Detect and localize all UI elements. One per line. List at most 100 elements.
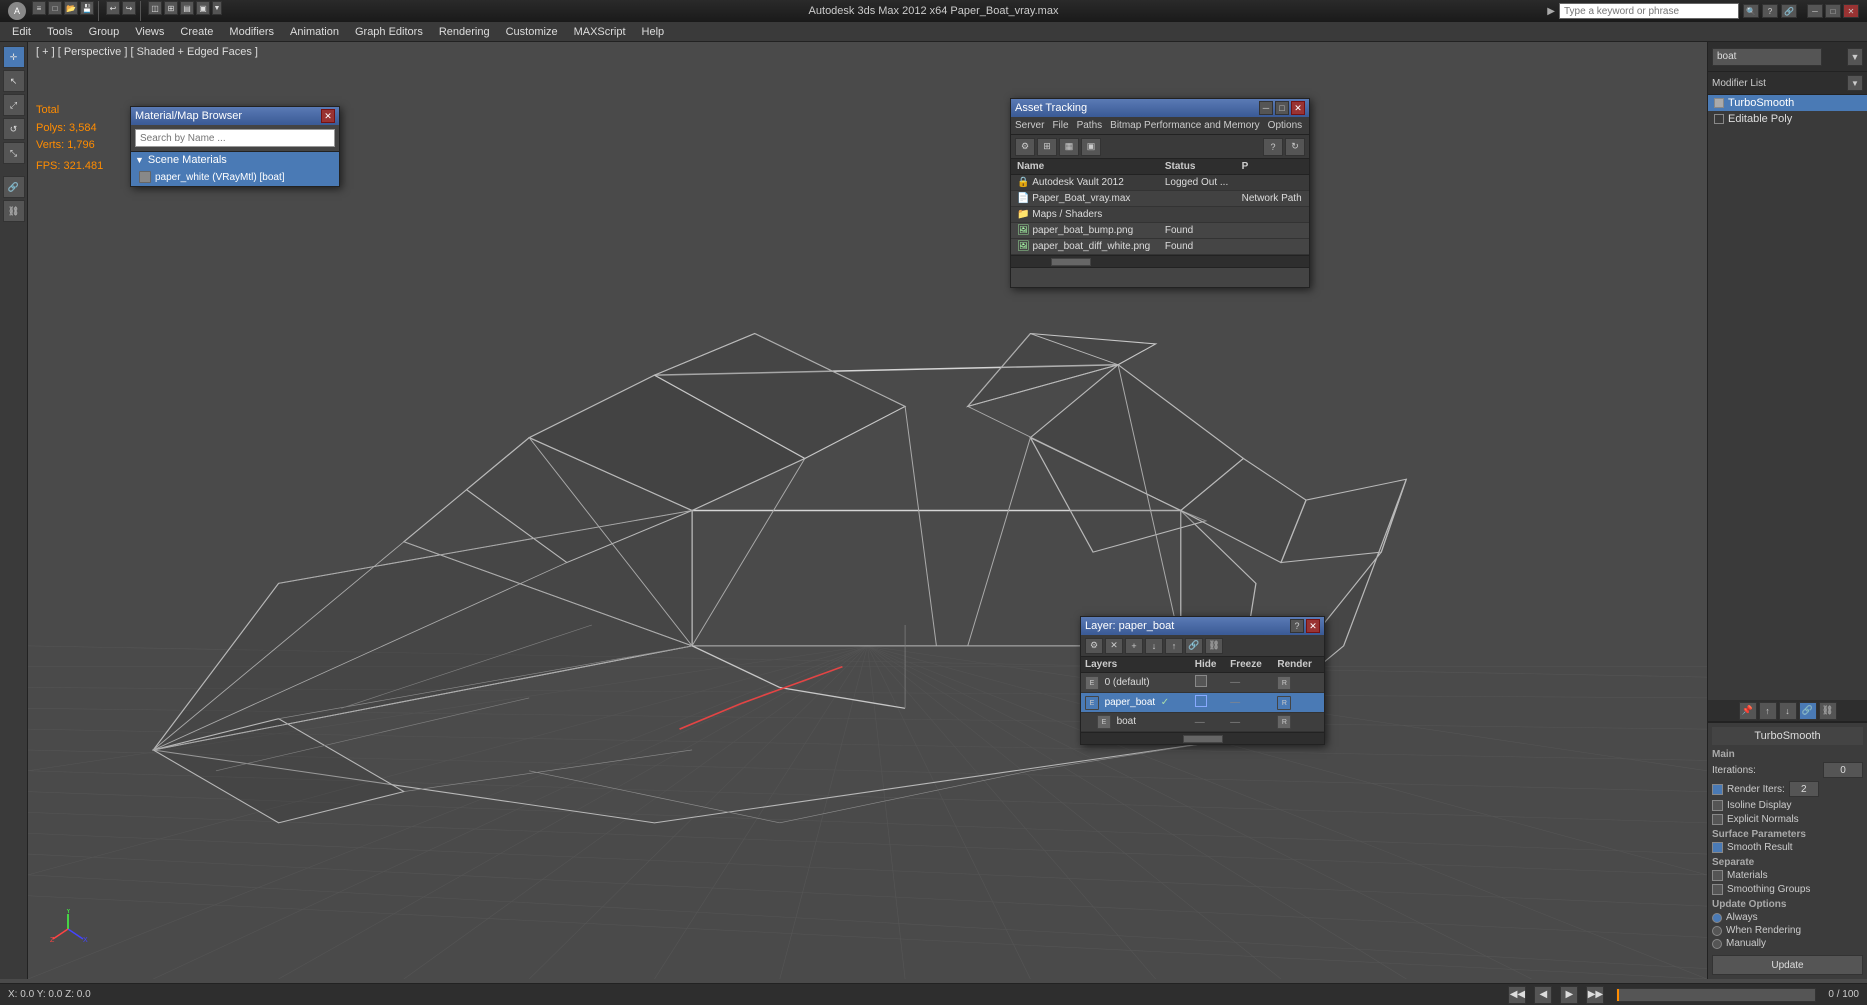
turbosm-renderiters-check[interactable] xyxy=(1712,784,1723,795)
material-item-paper-white[interactable]: paper_white (VRayMtl) [boat] xyxy=(131,168,339,186)
menu-tools[interactable]: Tools xyxy=(39,24,81,40)
menu-create[interactable]: Create xyxy=(172,24,221,40)
left-tool-3[interactable]: ⤢ xyxy=(3,94,25,116)
menu-modifiers[interactable]: Modifiers xyxy=(221,24,282,40)
left-tool-6[interactable]: 🔗 xyxy=(3,176,25,198)
asset-tracking-close-btn[interactable]: ✕ xyxy=(1291,101,1305,115)
menu-rendering[interactable]: Rendering xyxy=(431,24,498,40)
mod-pin-btn[interactable]: 📌 xyxy=(1739,702,1757,720)
at-menu-options[interactable]: Options xyxy=(1268,120,1302,131)
left-tool-4[interactable]: ↺ xyxy=(3,118,25,140)
menu-animation[interactable]: Animation xyxy=(282,24,347,40)
turbosm-materials-check[interactable] xyxy=(1712,870,1723,881)
at-row-vault[interactable]: 🔒 Autodesk Vault 2012 Logged Out ... xyxy=(1011,175,1309,191)
titlebar-btn3[interactable]: ▤ xyxy=(180,1,194,15)
turbosm-always-radio[interactable] xyxy=(1712,913,1722,923)
lp-default-hide-check[interactable] xyxy=(1195,675,1207,687)
at-btn-help[interactable]: ? xyxy=(1263,138,1283,156)
at-btn-1[interactable]: ⚙ xyxy=(1015,138,1035,156)
help-icon[interactable]: ? xyxy=(1762,4,1778,18)
lp-row-default[interactable]: E 0 (default) — R xyxy=(1081,673,1324,693)
left-tool-5[interactable]: ⤡ xyxy=(3,142,25,164)
menu-group[interactable]: Group xyxy=(81,24,128,40)
at-btn-refresh[interactable]: ↻ xyxy=(1285,138,1305,156)
lp-btn-delete[interactable]: ✕ xyxy=(1105,638,1123,654)
minimize-button[interactable]: ─ xyxy=(1807,4,1823,18)
turbosm-whenrender-radio[interactable] xyxy=(1712,926,1722,936)
link-icon[interactable]: 🔗 xyxy=(1781,4,1797,18)
titlebar-new-btn[interactable]: □ xyxy=(48,1,62,15)
turbosm-isoline-check[interactable] xyxy=(1712,800,1723,811)
titlebar-redo-btn[interactable]: ↪ xyxy=(122,1,136,15)
left-tool-7[interactable]: ⛓ xyxy=(3,200,25,222)
mod-link1-btn[interactable]: 🔗 xyxy=(1799,702,1817,720)
modifier-turbosm[interactable]: TurboSmooth xyxy=(1708,95,1867,111)
search-icon[interactable]: 🔍 xyxy=(1743,4,1759,18)
at-menu-paths[interactable]: Paths xyxy=(1077,120,1103,131)
menu-views[interactable]: Views xyxy=(127,24,172,40)
modifier-dropdown-btn[interactable]: ▼ xyxy=(1847,48,1863,66)
titlebar-save-btn[interactable]: 💾 xyxy=(80,1,94,15)
left-tool-1[interactable]: ✛ xyxy=(3,46,25,68)
lp-btn-4[interactable]: ↓ xyxy=(1145,638,1163,654)
lp-btn-6[interactable]: 🔗 xyxy=(1185,638,1203,654)
material-browser-titlebar[interactable]: Material/Map Browser ✕ xyxy=(131,107,339,125)
at-menu-server[interactable]: Server xyxy=(1015,120,1044,131)
timeline-scrubber[interactable] xyxy=(1616,988,1816,1002)
at-row-bump[interactable]: 🖼 paper_boat_bump.png Found xyxy=(1011,223,1309,239)
turbosm-smooth-check[interactable] xyxy=(1712,842,1723,853)
turbosm-renderiters-input[interactable] xyxy=(1789,781,1819,797)
lp-btn-1[interactable]: ⚙ xyxy=(1085,638,1103,654)
left-tool-2[interactable]: ↖ xyxy=(3,70,25,92)
keyword-search-input[interactable] xyxy=(1559,3,1739,19)
at-menu-bitmap[interactable]: Bitmap Performance and Memory xyxy=(1110,120,1260,131)
layer-panel-titlebar[interactable]: Layer: paper_boat ? ✕ xyxy=(1081,617,1324,635)
lp-btn-add[interactable]: + xyxy=(1125,638,1143,654)
bottom-next-btn[interactable]: ▶▶ xyxy=(1586,986,1604,1004)
layer-panel-help-btn[interactable]: ? xyxy=(1290,619,1304,633)
lp-paper-hide-check[interactable] xyxy=(1195,695,1207,707)
layer-panel-scrollbar[interactable] xyxy=(1081,732,1324,744)
menu-customize[interactable]: Customize xyxy=(498,24,566,40)
menu-edit[interactable]: Edit xyxy=(4,24,39,40)
asset-tracking-max-btn[interactable]: □ xyxy=(1275,101,1289,115)
turbosm-smoothing-check[interactable] xyxy=(1712,884,1723,895)
asset-tracking-titlebar[interactable]: Asset Tracking ─ □ ✕ xyxy=(1011,99,1309,117)
lp-btn-7[interactable]: ⛓ xyxy=(1205,638,1223,654)
mod-move-btn[interactable]: ↑ xyxy=(1759,702,1777,720)
titlebar-open-btn[interactable]: 📂 xyxy=(64,1,78,15)
lp-row-paper-boat[interactable]: E paper_boat ✓ — R xyxy=(1081,693,1324,713)
menu-help[interactable]: Help xyxy=(634,24,673,40)
turbosm-iterations-input[interactable] xyxy=(1823,762,1863,778)
at-row-file[interactable]: 📄 Paper_Boat_vray.max Network Path xyxy=(1011,191,1309,207)
bottom-play-fwd-btn[interactable]: ▶ xyxy=(1560,986,1578,1004)
material-browser-close-btn[interactable]: ✕ xyxy=(321,109,335,123)
asset-tracking-min-btn[interactable]: ─ xyxy=(1259,101,1273,115)
at-row-folder[interactable]: 📁 Maps / Shaders xyxy=(1011,207,1309,223)
layer-panel-close-btn[interactable]: ✕ xyxy=(1306,619,1320,633)
menu-graph-editors[interactable]: Graph Editors xyxy=(347,24,431,40)
maximize-button[interactable]: □ xyxy=(1825,4,1841,18)
at-menu-file[interactable]: File xyxy=(1052,120,1068,131)
asset-tracking-hscrollbar[interactable] xyxy=(1011,255,1309,267)
titlebar-dropdown[interactable]: ▼ xyxy=(212,1,222,15)
at-btn-3[interactable]: ▦ xyxy=(1059,138,1079,156)
titlebar-btn2[interactable]: ⊞ xyxy=(164,1,178,15)
modifier-editablepoly[interactable]: Editable Poly xyxy=(1708,111,1867,127)
turbosm-explicit-check[interactable] xyxy=(1712,814,1723,825)
mod-down-btn[interactable]: ↓ xyxy=(1779,702,1797,720)
menu-maxscript[interactable]: MAXScript xyxy=(566,24,634,40)
bottom-play-btn[interactable]: ◀◀ xyxy=(1508,986,1526,1004)
titlebar-undo-btn[interactable]: ↩ xyxy=(106,1,120,15)
at-btn-2[interactable]: ⊞ xyxy=(1037,138,1057,156)
turbosm-manually-radio[interactable] xyxy=(1712,939,1722,949)
modifier-list-options-btn[interactable]: ▼ xyxy=(1847,75,1863,91)
close-button[interactable]: ✕ xyxy=(1843,4,1859,18)
titlebar-menu-btn[interactable]: ≡ xyxy=(32,1,46,15)
lp-row-boat[interactable]: E boat — — R xyxy=(1081,713,1324,732)
at-btn-4[interactable]: ▣ xyxy=(1081,138,1101,156)
modifier-search-input[interactable] xyxy=(1712,48,1822,66)
lp-btn-5[interactable]: ↑ xyxy=(1165,638,1183,654)
turbosm-update-button[interactable]: Update xyxy=(1712,955,1863,975)
mod-link2-btn[interactable]: ⛓ xyxy=(1819,702,1837,720)
